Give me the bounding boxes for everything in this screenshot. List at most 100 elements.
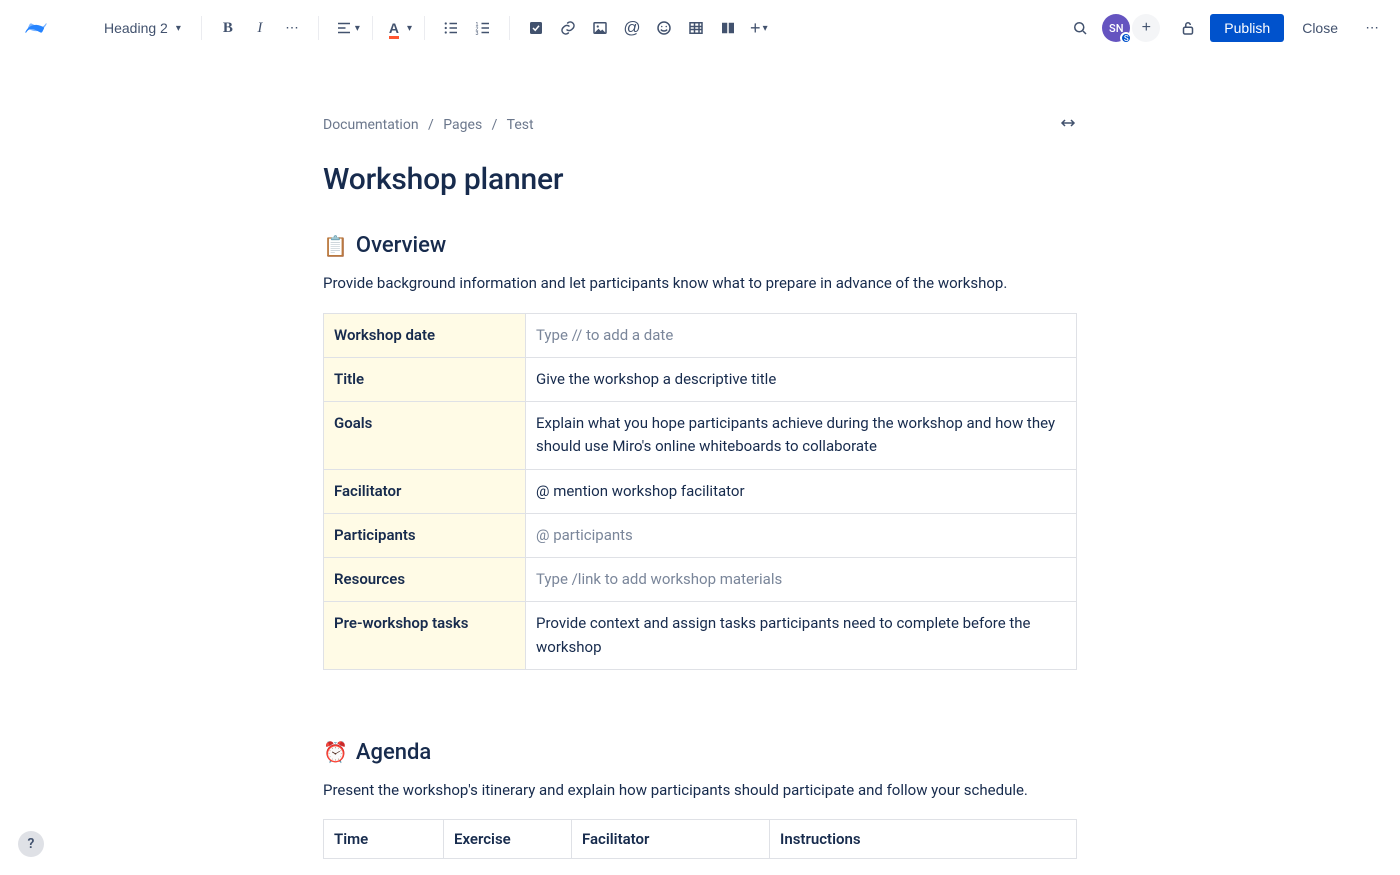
bullet-list-button[interactable] xyxy=(435,12,467,44)
unlock-icon xyxy=(1179,19,1197,37)
svg-text:3: 3 xyxy=(476,31,479,37)
confluence-logo-icon[interactable] xyxy=(22,14,50,42)
checkbox-icon xyxy=(527,19,545,37)
text-style-dropdown[interactable]: Heading 2 ▾ xyxy=(94,14,191,42)
image-icon xyxy=(591,19,609,37)
toolbar-divider xyxy=(424,16,425,40)
text-style-label: Heading 2 xyxy=(104,20,168,36)
user-avatar[interactable]: SN S xyxy=(1102,14,1130,42)
chevron-down-icon: ▾ xyxy=(176,23,181,34)
table-row[interactable]: Facilitator@ mention workshop facilitato… xyxy=(324,469,1077,513)
plus-icon: + xyxy=(1142,19,1151,37)
table-row-value[interactable]: Explain what you hope participants achie… xyxy=(526,402,1077,470)
chevron-down-icon: ▾ xyxy=(763,23,768,34)
editor-toolbar: Heading 2 ▾ B I ⋯ ▾ A ▾ 123 @ + ▾ xyxy=(0,0,1400,56)
agenda-heading-text: Agenda xyxy=(356,740,431,765)
table-row-value[interactable]: Type // to add a date xyxy=(526,313,1077,357)
emoji-icon xyxy=(655,19,673,37)
table-row[interactable]: TitleGive the workshop a descriptive tit… xyxy=(324,357,1077,401)
agenda-table[interactable]: TimeExerciseFacilitatorInstructions xyxy=(323,819,1077,859)
align-left-icon xyxy=(335,19,353,37)
numbered-list-button[interactable]: 123 xyxy=(467,12,499,44)
table-row[interactable]: Participants@ participants xyxy=(324,513,1077,557)
help-button[interactable]: ? xyxy=(18,831,44,857)
plus-icon: + xyxy=(750,18,761,39)
table-row-value[interactable]: @ participants xyxy=(526,513,1077,557)
text-color-icon: A xyxy=(389,20,399,36)
more-formatting-button[interactable]: ⋯ xyxy=(276,12,308,44)
table-row[interactable]: Pre-workshop tasksProvide context and as… xyxy=(324,602,1077,670)
image-button[interactable] xyxy=(584,12,616,44)
publish-button[interactable]: Publish xyxy=(1210,14,1284,42)
help-icon: ? xyxy=(28,836,35,852)
table-row[interactable]: ResourcesType /link to add workshop mate… xyxy=(324,558,1077,602)
breadcrumb-item[interactable]: Test xyxy=(507,117,534,133)
overview-description[interactable]: Provide background information and let p… xyxy=(323,272,1077,295)
request-changes-button[interactable] xyxy=(1172,12,1204,44)
mention-button[interactable]: @ xyxy=(616,12,648,44)
text-color-dropdown[interactable]: A ▾ xyxy=(383,12,414,44)
mention-icon: @ xyxy=(623,18,640,38)
align-dropdown[interactable]: ▾ xyxy=(329,12,362,44)
breadcrumb-item[interactable]: Documentation xyxy=(323,117,419,133)
table-row[interactable]: Workshop dateType // to add a date xyxy=(324,313,1077,357)
layouts-icon xyxy=(719,19,737,37)
layouts-button[interactable] xyxy=(712,12,744,44)
table-button[interactable] xyxy=(680,12,712,44)
overview-table[interactable]: Workshop dateType // to add a dateTitleG… xyxy=(323,313,1077,670)
table-row-value[interactable]: Type /link to add workshop materials xyxy=(526,558,1077,602)
chevron-down-icon: ▾ xyxy=(355,23,360,34)
link-button[interactable] xyxy=(552,12,584,44)
avatar-presence-badge: S xyxy=(1120,32,1132,44)
table-row-label[interactable]: Resources xyxy=(324,558,526,602)
italic-button[interactable]: I xyxy=(244,12,276,44)
action-item-button[interactable] xyxy=(520,12,552,44)
more-actions-button[interactable]: ⋯ xyxy=(1356,12,1388,44)
table-icon xyxy=(687,19,705,37)
find-replace-button[interactable] xyxy=(1064,12,1096,44)
bold-button[interactable]: B xyxy=(212,12,244,44)
table-column-header[interactable]: Instructions xyxy=(770,820,1077,859)
more-icon: ⋯ xyxy=(285,20,298,36)
table-row[interactable]: GoalsExplain what you hope participants … xyxy=(324,402,1077,470)
breadcrumb-item[interactable]: Pages xyxy=(443,117,482,133)
toolbar-divider xyxy=(201,16,202,40)
overview-heading-text: Overview xyxy=(356,233,446,258)
toolbar-divider xyxy=(509,16,510,40)
agenda-heading[interactable]: ⏰ Agenda xyxy=(323,740,1077,765)
numbered-list-icon: 123 xyxy=(474,19,492,37)
bold-icon: B xyxy=(223,20,233,37)
bullet-list-icon xyxy=(442,19,460,37)
expand-horizontal-icon xyxy=(1059,116,1077,130)
breadcrumb: Documentation / Pages / Test xyxy=(323,117,534,133)
clipboard-emoji-icon: 📋 xyxy=(323,234,348,258)
italic-icon: I xyxy=(257,20,262,37)
insert-dropdown[interactable]: + ▾ xyxy=(744,12,770,44)
table-column-header[interactable]: Exercise xyxy=(444,820,572,859)
clock-emoji-icon: ⏰ xyxy=(323,740,348,764)
table-row-label[interactable]: Goals xyxy=(324,402,526,470)
table-row-value[interactable]: @ mention workshop facilitator xyxy=(526,469,1077,513)
invite-collaborator-button[interactable]: + xyxy=(1132,14,1160,42)
table-row-label[interactable]: Facilitator xyxy=(324,469,526,513)
chevron-down-icon: ▾ xyxy=(407,23,412,34)
agenda-description[interactable]: Present the workshop's itinerary and exp… xyxy=(323,779,1077,802)
search-icon xyxy=(1071,19,1089,37)
overview-heading[interactable]: 📋 Overview xyxy=(323,233,1077,258)
toolbar-divider xyxy=(372,16,373,40)
page-width-toggle[interactable] xyxy=(1059,116,1077,134)
table-row-label[interactable]: Pre-workshop tasks xyxy=(324,602,526,670)
editor-canvas[interactable]: Documentation / Pages / Test Workshop pl… xyxy=(0,56,1400,859)
table-column-header[interactable]: Facilitator xyxy=(572,820,770,859)
page-title[interactable]: Workshop planner xyxy=(323,162,1077,197)
emoji-button[interactable] xyxy=(648,12,680,44)
table-row-value[interactable]: Provide context and assign tasks partici… xyxy=(526,602,1077,670)
table-row-value[interactable]: Give the workshop a descriptive title xyxy=(526,357,1077,401)
table-row-label[interactable]: Title xyxy=(324,357,526,401)
close-button[interactable]: Close xyxy=(1290,14,1350,42)
table-column-header[interactable]: Time xyxy=(324,820,444,859)
table-row-label[interactable]: Workshop date xyxy=(324,313,526,357)
more-icon: ⋯ xyxy=(1365,20,1378,36)
table-row-label[interactable]: Participants xyxy=(324,513,526,557)
toolbar-divider xyxy=(318,16,319,40)
